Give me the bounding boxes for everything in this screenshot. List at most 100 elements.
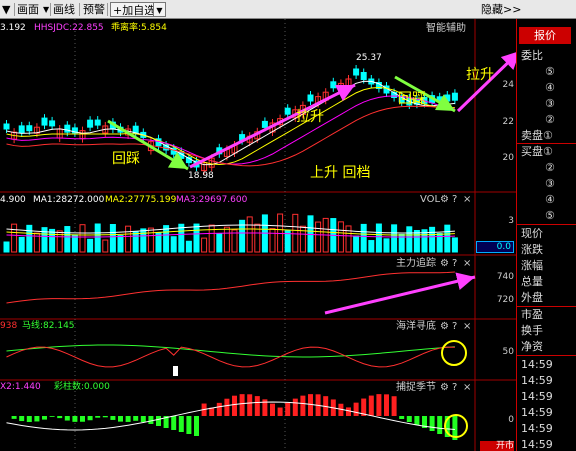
main-force-settings-gear-icon[interactable]: ⚙ <box>440 258 449 270</box>
quote-item-ask3: ③ <box>545 97 555 110</box>
volume-bar <box>360 223 367 253</box>
season-bar <box>292 398 298 416</box>
candle-body <box>360 72 367 80</box>
main-force-axis-tick: 720 <box>496 295 514 305</box>
ocean-settings-gear-icon[interactable]: ⚙ <box>440 321 449 333</box>
volume-bar <box>185 240 192 253</box>
toolbar-partial-dropdown[interactable]: ▼ <box>2 2 10 17</box>
season-close-icon[interactable]: × <box>463 382 471 394</box>
main-force-close-icon[interactable]: × <box>463 258 471 270</box>
volume-bar <box>11 223 18 253</box>
season-bar <box>49 416 55 417</box>
volume-bar <box>3 241 10 253</box>
ocean-bottom-lines <box>6 340 467 376</box>
quote-divider <box>517 306 576 307</box>
season-bar <box>270 403 275 416</box>
tab-quote[interactable]: 报价 <box>519 27 571 44</box>
draw-menu-dropdown-icon[interactable]: ▼ <box>43 2 49 17</box>
season-bar <box>391 396 397 416</box>
toolbar-separator <box>79 3 80 16</box>
volume-bar <box>254 223 261 253</box>
season-bar <box>247 394 253 416</box>
add-to-watchlist-button[interactable]: +加自选 <box>110 2 159 17</box>
volume-bar <box>299 225 306 253</box>
candle-body <box>444 94 451 102</box>
top-toolbar: ▼ 画面 ▼ 画线 预警 +加自选 ▼ 隐藏>> <box>0 0 576 19</box>
season-bar <box>254 396 260 416</box>
candle-body <box>3 123 10 130</box>
vol-value-1: 4.900 <box>0 195 26 205</box>
season-bar <box>277 407 283 416</box>
season-bar <box>19 416 25 422</box>
quote-item-bid3: ③ <box>545 177 555 190</box>
market-open-badge: 开市 <box>480 441 514 451</box>
vol-settings-gear-icon[interactable]: ⚙ <box>440 194 449 206</box>
volume-bar <box>269 228 276 253</box>
main-indicator-value-3: 乖离率:5.854 <box>111 23 167 33</box>
vol-axis-zero-badge: 0.0 <box>476 241 514 253</box>
ocean-red-line <box>6 346 455 368</box>
draw-menu-button[interactable]: 画面 <box>17 2 39 17</box>
volume-bar <box>451 237 458 253</box>
season-help-icon[interactable]: ? <box>452 382 457 394</box>
volume-bar <box>109 224 116 253</box>
candle-body <box>330 81 337 89</box>
main-panel-title: 智能辅助 <box>426 23 466 34</box>
season-axis-tick: 0 <box>508 415 514 425</box>
volume-bar <box>375 223 382 253</box>
vol-ma-line-2 <box>6 228 455 236</box>
season-bar <box>148 416 154 424</box>
volume-moving-averages <box>6 224 455 238</box>
tick-time: 14:59 <box>521 422 553 435</box>
volume-bar <box>315 221 322 253</box>
ma-line-trend <box>6 105 455 167</box>
ocean-help-icon[interactable]: ? <box>452 321 457 333</box>
chart-area[interactable]: 3.192 HHSJDC:22.855 乖离率:5.854 智能辅助 25.37… <box>0 19 516 451</box>
main-force-help-icon[interactable]: ? <box>452 258 457 270</box>
volume-bar <box>18 236 25 253</box>
quote-item-turnover: 换手 <box>521 324 543 337</box>
season-bar <box>186 416 192 434</box>
tick-time: 14:59 <box>521 358 553 371</box>
volume-bar <box>170 236 177 253</box>
hide-panel-button[interactable]: 隐藏>> <box>481 2 521 17</box>
vol-ma2-value: MA2:27775.199 <box>105 195 177 205</box>
candle-body <box>94 119 101 126</box>
volume-bar <box>49 228 56 253</box>
alert-button[interactable]: 预警 <box>83 2 105 17</box>
quote-item-bid5: ⑤ <box>545 209 555 222</box>
season-bar <box>171 416 177 430</box>
volume-bar <box>79 224 86 253</box>
candle-body <box>18 125 25 134</box>
quote-item-ask2: ② <box>545 113 555 126</box>
volume-bar <box>64 226 71 253</box>
rise-arrow-1 <box>189 83 356 169</box>
ocean-close-icon[interactable]: × <box>463 321 471 333</box>
season-bar <box>156 416 161 426</box>
quote-item-current-price: 现价 <box>521 227 543 240</box>
quote-item-bid4: ④ <box>545 193 555 206</box>
draw-line-button[interactable]: 画线 <box>53 2 75 17</box>
vol-help-icon[interactable]: ? <box>452 194 457 206</box>
volume-bar <box>102 239 109 253</box>
vol-close-icon[interactable]: × <box>463 194 471 206</box>
volume-bar <box>406 226 413 253</box>
toolbar-separator <box>14 3 15 16</box>
volume-bar <box>117 235 124 253</box>
watchlist-dropdown-icon[interactable]: ▼ <box>153 2 166 17</box>
quote-item-bid1: 买盘① <box>521 145 553 158</box>
candle-body <box>49 120 56 127</box>
quote-item-change: 涨跌 <box>521 243 543 256</box>
volume-bar <box>87 238 94 253</box>
season-settings-gear-icon[interactable]: ⚙ <box>440 382 449 394</box>
ocean-green-line <box>6 344 455 358</box>
season-bar <box>406 416 412 422</box>
season-bar <box>133 416 139 421</box>
season-bar <box>224 398 230 416</box>
season-bar <box>429 416 435 431</box>
ocean-panel-title: 海洋寻底 <box>396 321 436 332</box>
season-bar <box>42 416 47 420</box>
volume-bar <box>56 230 63 253</box>
season-bar <box>346 407 351 416</box>
volume-bar <box>413 229 420 253</box>
